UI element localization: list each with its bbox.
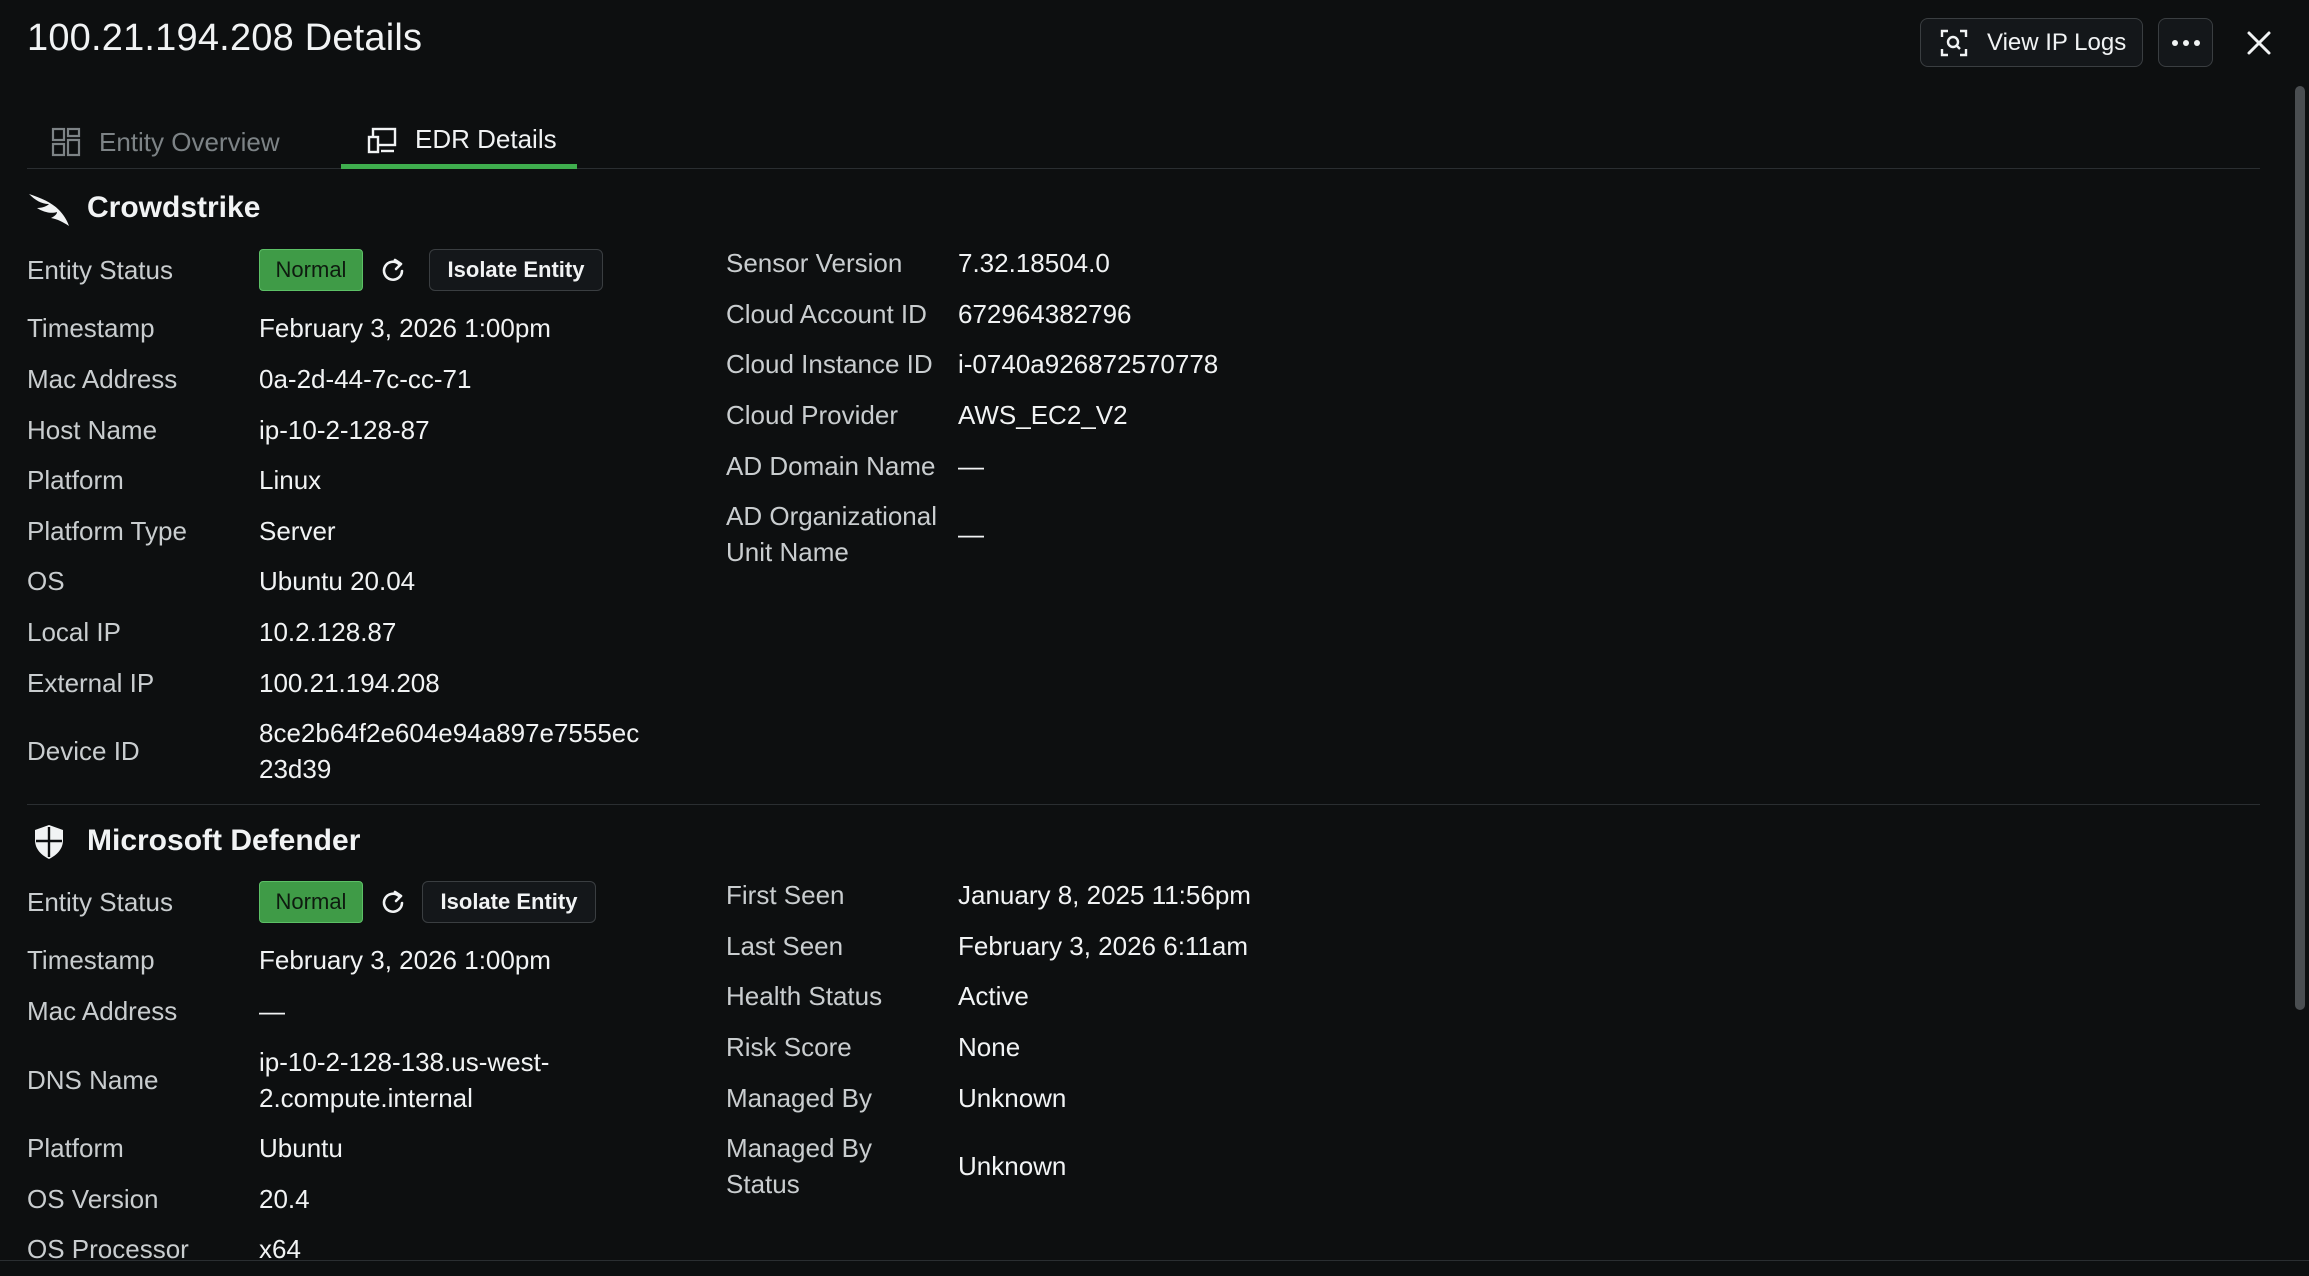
cs-local-ip-value: 10.2.128.87 [259,617,397,647]
cs-os-value: Ubuntu 20.04 [259,566,416,596]
md-risk-score-value: None [958,1032,1021,1062]
md-managed-status-label-line1: Managed By [726,1133,872,1163]
md-dns-label: DNS Name [27,1065,159,1095]
cs-status-badge: Normal [259,249,363,291]
cs-external-ip-value: 100.21.194.208 [259,668,440,698]
md-managed-status-value: Unknown [958,1151,1067,1181]
cs-refresh-icon[interactable] [378,256,408,286]
md-managed-status-label-line2: Status [726,1169,800,1199]
md-os-version-value: 20.4 [259,1184,310,1214]
md-status-badge: Normal [259,881,363,923]
cs-platform-label: Platform [27,465,124,495]
cs-mac-label: Mac Address [27,364,178,394]
crowdstrike-section-title: Crowdstrike [27,186,260,230]
defender-name: Microsoft Defender [87,824,361,857]
page-title: 100.21.194.208 Details [27,17,423,59]
cs-ad-domain-label: AD Domain Name [726,451,936,481]
cs-device-id-value-line2: 23d39 [259,754,332,784]
cs-ad-ou-label-line1: AD Organizational [726,501,937,531]
view-ip-logs-label: View IP Logs [1987,28,2127,56]
md-mac-label: Mac Address [27,996,178,1026]
md-first-seen-label: First Seen [726,880,845,910]
cs-isolate-entity-button[interactable]: Isolate Entity [429,249,603,291]
cs-cloud-account-label: Cloud Account ID [726,299,927,329]
more-options-button[interactable] [2158,18,2213,67]
ellipsis-icon [2171,39,2200,46]
cs-platform-type-value: Server [259,516,336,546]
cs-platform-value: Linux [259,465,322,495]
md-timestamp-value: February 3, 2026 1:00pm [259,945,551,975]
view-ip-logs-button[interactable]: View IP Logs [1920,18,2143,67]
cs-ad-domain-value: — [958,451,984,481]
md-health-status-label: Health Status [726,981,883,1011]
crowdstrike-name: Crowdstrike [87,191,261,224]
cs-mac-value: 0a-2d-44-7c-cc-71 [259,364,472,394]
md-first-seen-value: January 8, 2025 11:56pm [958,880,1251,910]
tab-edr-details[interactable]: EDR Details [341,115,577,169]
md-platform-value: Ubuntu [259,1133,343,1163]
cs-hostname-value: ip-10-2-128-87 [259,415,430,445]
cs-device-id-value-line1: 8ce2b64f2e604e94a897e7555ec [259,718,640,748]
cs-device-id-label: Device ID [27,736,140,766]
tab-entity-overview-label: Entity Overview [99,126,280,157]
cs-entity-status-label: Entity Status [27,255,173,285]
tab-edr-details-label: EDR Details [415,124,557,154]
cs-external-ip-label: External IP [27,668,155,698]
cs-os-label: OS [27,566,65,596]
md-managed-by-value: Unknown [958,1083,1067,1113]
defender-section-title: Microsoft Defender [27,819,360,863]
md-health-status-value: Active [958,981,1029,1011]
devices-icon [367,127,397,153]
md-risk-score-label: Risk Score [726,1032,852,1062]
md-dns-value-line1: ip-10-2-128-138.us-west- [259,1047,550,1077]
cs-cloud-instance-value: i-0740a926872570778 [958,349,1219,379]
md-refresh-icon[interactable] [378,888,408,918]
md-entity-status-label: Entity Status [27,887,173,917]
cs-ad-ou-value: — [958,519,984,549]
cs-hostname-label: Host Name [27,415,158,445]
md-isolate-entity-button[interactable]: Isolate Entity [422,881,596,923]
md-dns-value-line2: 2.compute.internal [259,1083,473,1113]
md-os-version-label: OS Version [27,1184,159,1214]
falcon-logo-icon [29,194,69,226]
cs-timestamp-value: February 3, 2026 1:00pm [259,313,551,343]
md-timestamp-label: Timestamp [27,945,155,975]
scan-search-icon [1940,29,1968,56]
md-managed-by-label: Managed By [726,1083,872,1113]
md-last-seen-value: February 3, 2026 6:11am [958,931,1249,961]
md-last-seen-label: Last Seen [726,931,844,961]
cs-sensor-version-value: 7.32.18504.0 [958,248,1110,278]
tab-entity-overview[interactable]: Entity Overview [51,115,280,169]
shield-icon [35,825,63,859]
cs-cloud-instance-label: Cloud Instance ID [726,349,933,379]
md-platform-label: Platform [27,1133,124,1163]
cs-platform-type-label: Platform Type [27,516,187,546]
section-divider [27,804,2260,805]
tab-bar: Entity Overview EDR Details [27,115,2260,169]
cs-sensor-version-label: Sensor Version [726,248,903,278]
scrollbar-thumb[interactable] [2295,86,2305,1010]
cs-local-ip-label: Local IP [27,617,121,647]
cs-ad-ou-label-line2: Unit Name [726,537,849,567]
panel-bottom-edge [0,1260,2309,1276]
cs-cloud-account-value: 672964382796 [958,299,1132,329]
cs-cloud-provider-value: AWS_EC2_V2 [958,400,1128,430]
close-icon [2247,31,2271,55]
md-mac-value: — [259,996,285,1026]
panel-header: 100.21.194.208 Details View IP Logs [0,0,2309,84]
cs-cloud-provider-label: Cloud Provider [726,400,898,430]
cs-timestamp-label: Timestamp [27,313,155,343]
close-button[interactable] [2238,22,2280,64]
grid-icon [51,127,81,157]
